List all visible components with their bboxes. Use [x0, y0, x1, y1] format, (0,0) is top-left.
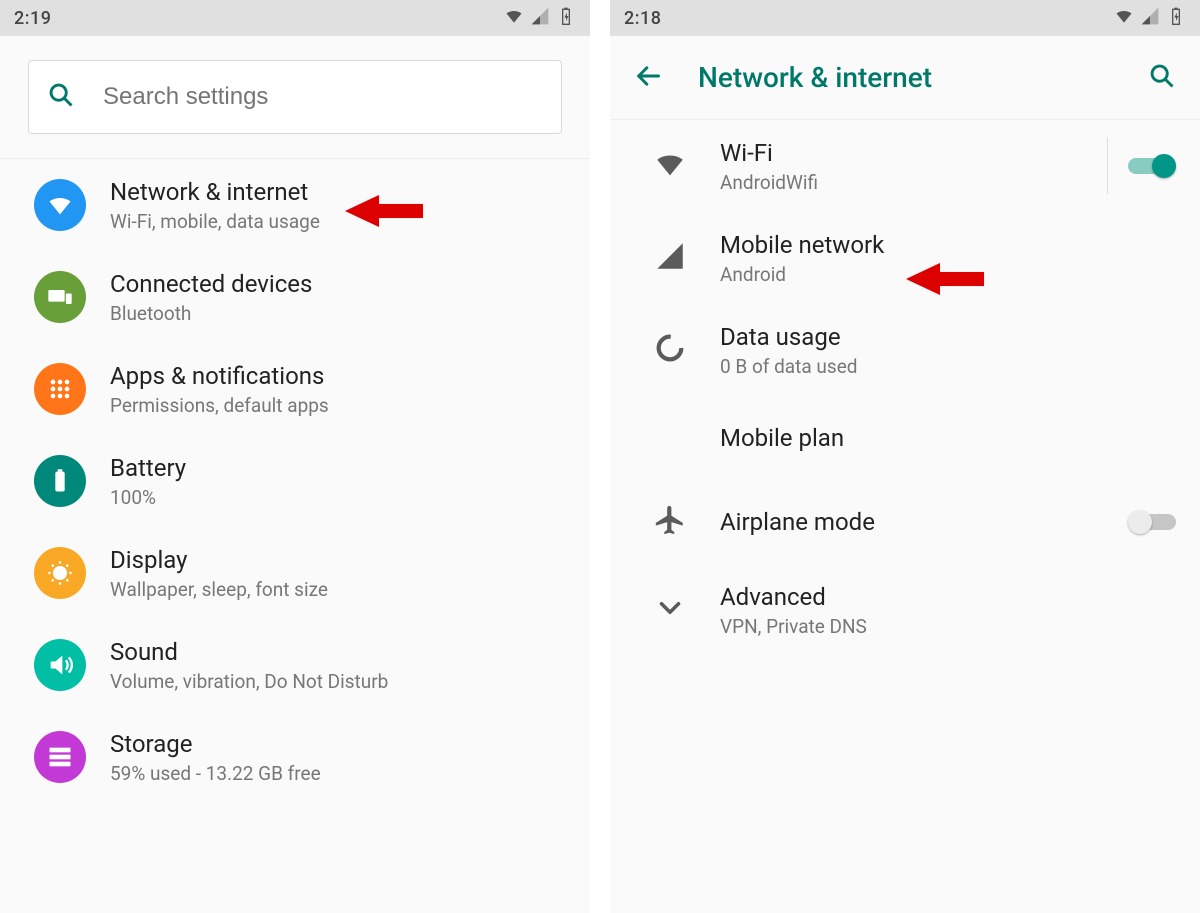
- settings-item-devices[interactable]: Connected devices Bluetooth: [0, 251, 590, 343]
- sound-icon: [34, 639, 86, 691]
- item-subtitle: Bluetooth: [110, 302, 556, 325]
- item-title: Storage: [110, 729, 556, 759]
- item-title: Connected devices: [110, 269, 556, 299]
- item-subtitle: Volume, vibration, Do Not Disturb: [110, 670, 556, 693]
- wifi-gray-icon: [653, 147, 687, 185]
- item-subtitle: VPN, Private DNS: [720, 615, 1166, 638]
- status-icons: [504, 6, 576, 31]
- network-list: Wi-Fi AndroidWifi Mobile network Android…: [610, 120, 1200, 913]
- devices-icon: [34, 271, 86, 323]
- toggle-airplane mode[interactable]: [1128, 510, 1176, 534]
- data-icon: [653, 331, 687, 369]
- item-title: Data usage: [720, 322, 1166, 352]
- search-section: [0, 36, 590, 159]
- storage-icon: [34, 731, 86, 783]
- item-title: Network & internet: [110, 177, 556, 207]
- signal-status-icon: [1140, 6, 1160, 31]
- item-title: Advanced: [720, 582, 1166, 612]
- expand-icon: [653, 591, 687, 629]
- item-subtitle: Wi-Fi, mobile, data usage: [110, 210, 556, 233]
- item-title: Battery: [110, 453, 556, 483]
- battery-status-icon: [1166, 6, 1186, 31]
- network-item-plan[interactable]: Mobile plan: [610, 396, 1200, 480]
- settings-item-display[interactable]: Display Wallpaper, sleep, font size: [0, 527, 590, 619]
- item-title: Wi-Fi: [720, 138, 1097, 168]
- item-subtitle: 100%: [110, 486, 556, 509]
- settings-item-apps[interactable]: Apps & notifications Permissions, defaul…: [0, 343, 590, 435]
- statusbar: 2:19: [0, 0, 590, 36]
- back-button[interactable]: [634, 62, 662, 94]
- signal-icon: [653, 239, 687, 277]
- settings-list: Network & internet Wi-Fi, mobile, data u…: [0, 159, 590, 913]
- item-subtitle: Wallpaper, sleep, font size: [110, 578, 556, 601]
- item-title: Display: [110, 545, 556, 575]
- wifi-icon: [34, 179, 86, 231]
- item-subtitle: Android: [720, 263, 1166, 286]
- settings-item-storage[interactable]: Storage 59% used - 13.22 GB free: [0, 711, 590, 803]
- network-item-airplane[interactable]: Airplane mode: [610, 480, 1200, 564]
- toggle-wi-fi[interactable]: [1128, 154, 1176, 178]
- item-subtitle: 59% used - 13.22 GB free: [110, 762, 556, 785]
- status-time: 2:19: [14, 8, 504, 29]
- network-item-signal[interactable]: Mobile network Android: [610, 212, 1200, 304]
- wifi-status-icon: [504, 6, 524, 31]
- settings-item-wifi[interactable]: Network & internet Wi-Fi, mobile, data u…: [0, 159, 590, 251]
- item-subtitle: Permissions, default apps: [110, 394, 556, 417]
- battery-icon: [34, 455, 86, 507]
- settings-item-battery[interactable]: Battery 100%: [0, 435, 590, 527]
- network-item-wifi-gray[interactable]: Wi-Fi AndroidWifi: [610, 120, 1200, 212]
- search-input[interactable]: [103, 83, 543, 111]
- item-subtitle: 0 B of data used: [720, 355, 1166, 378]
- item-title: Sound: [110, 637, 556, 667]
- status-time: 2:18: [624, 8, 1114, 29]
- status-icons: [1114, 6, 1186, 31]
- network-item-data[interactable]: Data usage 0 B of data used: [610, 304, 1200, 396]
- phone-left: 2:19 Network & internet Wi-Fi, mobile, d…: [0, 0, 590, 913]
- header: Network & internet: [610, 36, 1200, 120]
- settings-item-sound[interactable]: Sound Volume, vibration, Do Not Disturb: [0, 619, 590, 711]
- search-button[interactable]: [1148, 62, 1176, 94]
- airplane-icon: [653, 503, 687, 541]
- item-title: Mobile plan: [720, 423, 1166, 453]
- item-subtitle: AndroidWifi: [720, 171, 1097, 194]
- search-card[interactable]: [28, 60, 562, 134]
- signal-status-icon: [530, 6, 550, 31]
- item-title: Mobile network: [720, 230, 1166, 260]
- item-title: Airplane mode: [720, 507, 1118, 537]
- phone-right: 2:18 Network & internet Wi-Fi AndroidWif…: [610, 0, 1200, 913]
- apps-icon: [34, 363, 86, 415]
- item-title: Apps & notifications: [110, 361, 556, 391]
- display-icon: [34, 547, 86, 599]
- wifi-status-icon: [1114, 6, 1134, 31]
- statusbar: 2:18: [610, 0, 1200, 36]
- battery-status-icon: [556, 6, 576, 31]
- search-icon: [47, 81, 75, 113]
- network-item-expand[interactable]: Advanced VPN, Private DNS: [610, 564, 1200, 656]
- page-title: Network & internet: [698, 61, 1148, 94]
